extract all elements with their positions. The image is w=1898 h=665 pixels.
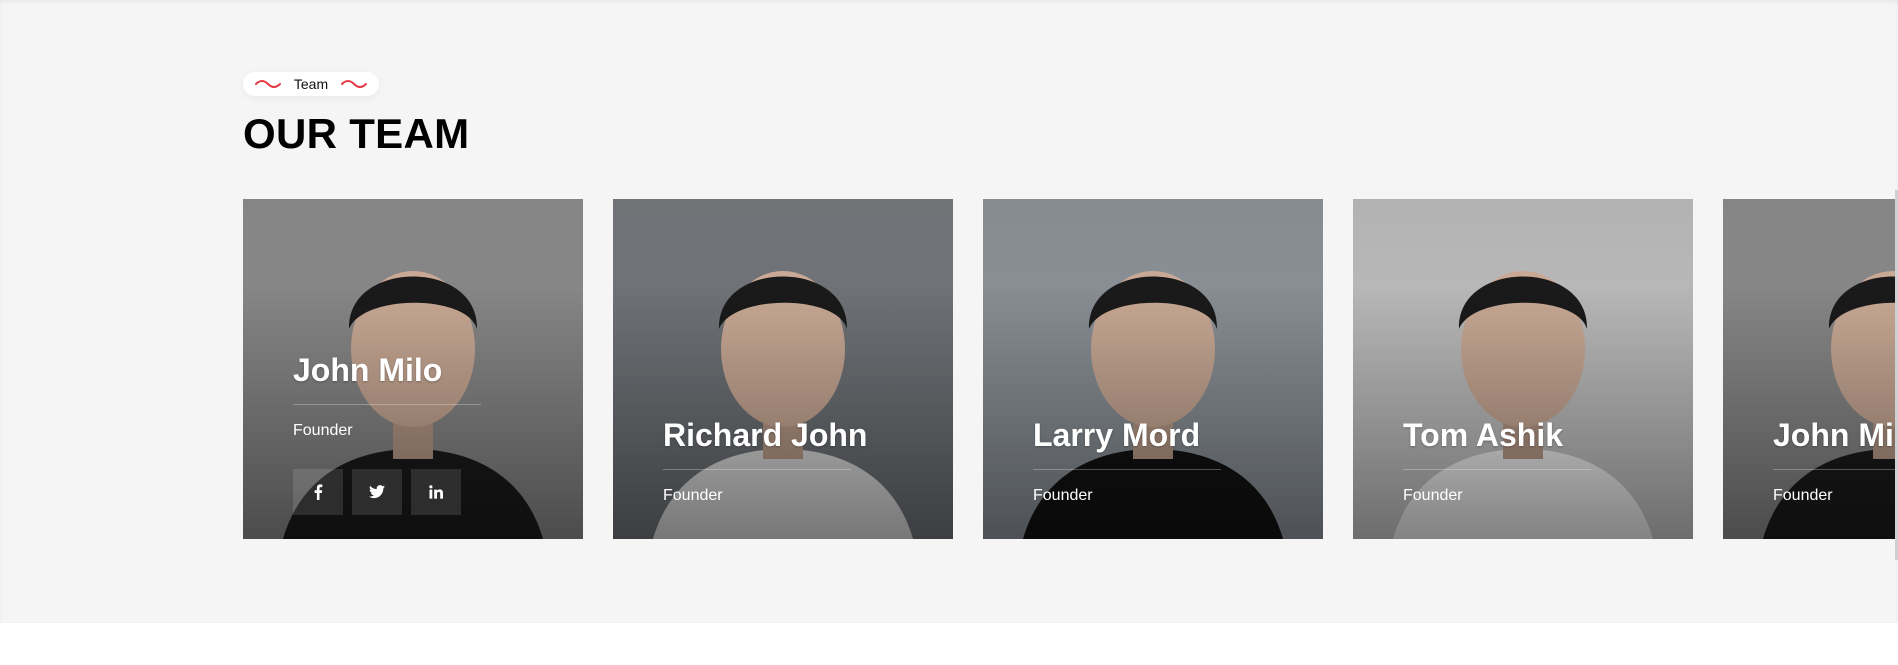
twitter-icon	[369, 485, 385, 499]
member-role: Founder	[1403, 487, 1463, 504]
facebook-icon	[313, 484, 323, 500]
member-role: Founder	[293, 422, 353, 439]
member-role: Founder	[1773, 487, 1833, 504]
member-name: John Milo	[293, 352, 443, 388]
member-name: Tom Ashik	[1403, 417, 1564, 453]
divider	[1773, 469, 1898, 470]
section-title: OUR TEAM	[243, 110, 470, 157]
social-links	[293, 469, 461, 515]
divider	[663, 469, 851, 470]
twitter-button[interactable]	[352, 469, 402, 515]
wave-icon	[341, 80, 368, 88]
linkedin-button[interactable]	[411, 469, 461, 515]
linkedin-icon	[429, 485, 443, 499]
member-name: Larry Mord	[1033, 417, 1201, 453]
member-role: Founder	[1033, 487, 1093, 504]
divider	[293, 404, 481, 405]
member-role: Founder	[663, 487, 723, 504]
divider	[1403, 469, 1591, 470]
divider	[1033, 469, 1221, 470]
team-card[interactable]: Tom Ashik Founder	[1353, 199, 1693, 539]
member-info: Larry Mord Founder	[1033, 416, 1303, 505]
member-info: Tom Ashik Founder	[1403, 416, 1673, 505]
team-card[interactable]: Richard John Founder	[613, 199, 953, 539]
team-card[interactable]: Larry Mord Founder	[983, 199, 1323, 539]
team-card[interactable]: John Milo Founder	[243, 199, 583, 539]
facebook-button[interactable]	[293, 469, 343, 515]
member-info: John Milo Founder	[1773, 416, 1898, 505]
member-info: Richard John Founder	[663, 416, 933, 505]
member-info: John Milo Founder	[293, 351, 563, 440]
section-badge: Team	[243, 72, 379, 96]
member-name: John Milo	[1773, 417, 1898, 453]
team-section: Team OUR TEAM John Milo Founder Richard Jo…	[0, 0, 1898, 623]
member-name: Richard John	[663, 417, 868, 453]
wave-icon	[254, 80, 281, 88]
team-card[interactable]: John Milo Founder	[1723, 199, 1898, 539]
badge-label: Team	[293, 76, 329, 92]
